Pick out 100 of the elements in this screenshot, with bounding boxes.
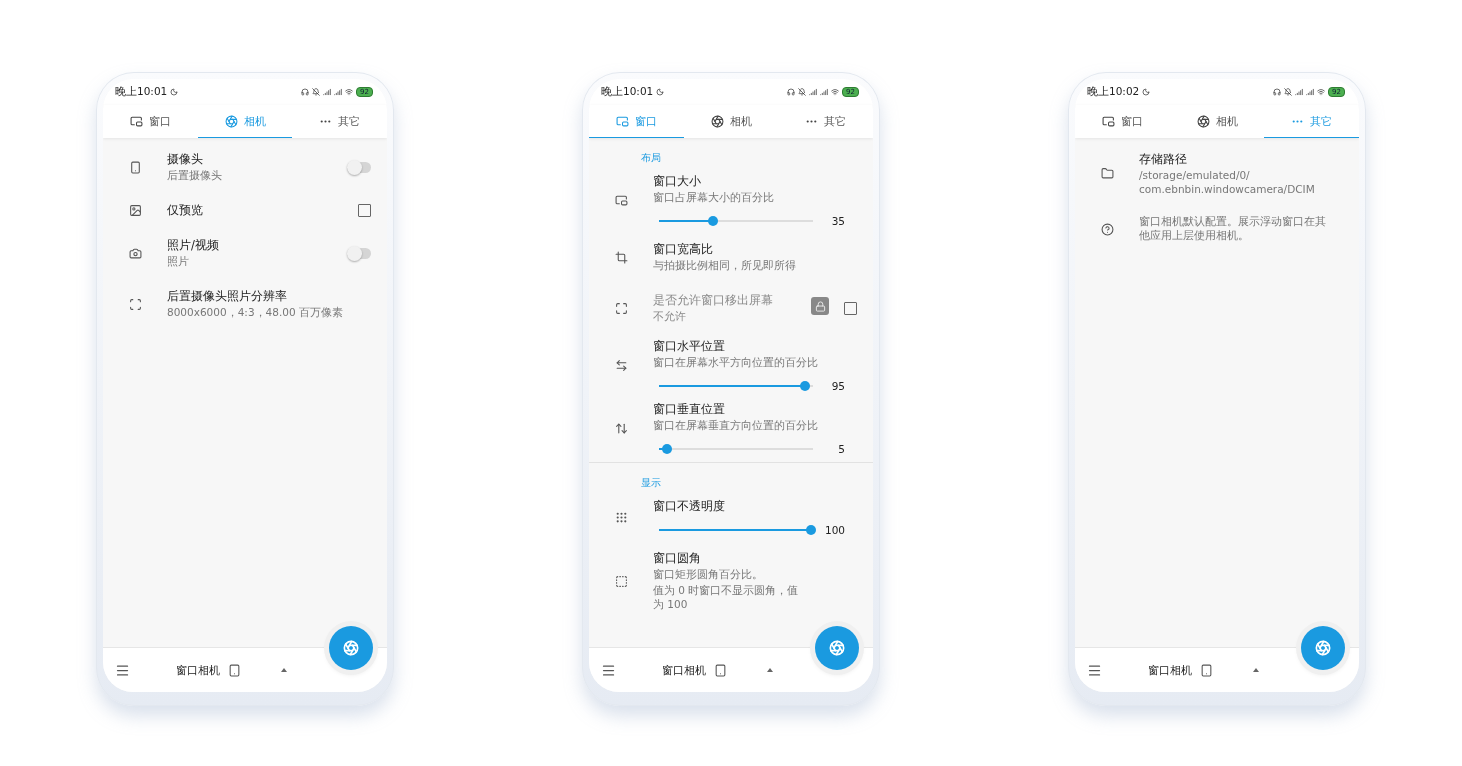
moon-icon bbox=[656, 88, 665, 96]
up-down-arrows-icon bbox=[614, 422, 628, 435]
toggle-switch[interactable] bbox=[347, 162, 371, 173]
setting-description: 窗口在屏幕垂直方向位置的百分比 bbox=[653, 419, 818, 433]
camera-icon bbox=[128, 247, 142, 260]
folder-icon bbox=[1100, 167, 1114, 180]
tab-label: 相机 bbox=[243, 113, 266, 129]
wifi-icon bbox=[1317, 88, 1326, 96]
setting-title: 摄像头 bbox=[167, 152, 203, 167]
tab[interactable]: 窗口 bbox=[103, 105, 198, 138]
status-time: 晚上10:02 bbox=[1087, 85, 1140, 99]
caret-up-icon[interactable] bbox=[767, 668, 773, 672]
setting-title: 窗口水平位置 bbox=[653, 339, 725, 354]
setting-description: 窗口矩形圆角百分比。 bbox=[653, 568, 763, 582]
setting-description: 值为 0 时窗口不显示圆角，值为 100 bbox=[653, 584, 800, 612]
setting-title: 窗口大小 bbox=[653, 174, 701, 189]
setting-title: 窗口垂直位置 bbox=[653, 402, 725, 417]
slider-thumb[interactable] bbox=[707, 216, 718, 226]
headphones-icon bbox=[301, 88, 310, 96]
slider-value: 35 bbox=[830, 215, 845, 227]
tab-label: 窗口 bbox=[634, 113, 657, 129]
signal-icon bbox=[323, 88, 332, 96]
help-icon bbox=[1100, 222, 1114, 236]
aperture-icon bbox=[829, 640, 845, 656]
tab-label: 相机 bbox=[1215, 113, 1238, 129]
tab-label: 相机 bbox=[729, 113, 752, 129]
slider-value: 5 bbox=[837, 443, 845, 455]
setting-title: 后置摄像头照片分辨率 bbox=[167, 289, 287, 304]
toggle-switch[interactable] bbox=[347, 248, 371, 259]
menu-icon[interactable] bbox=[601, 662, 616, 678]
setting-description: 后置摄像头 bbox=[167, 169, 222, 183]
setting-description: 窗口在屏幕水平方向位置的百分比 bbox=[653, 356, 818, 370]
image-icon bbox=[128, 204, 142, 217]
dot-grid-icon bbox=[614, 511, 628, 524]
app-title: 窗口相机 bbox=[1148, 662, 1192, 678]
signal-icon bbox=[334, 88, 343, 96]
fullscreen-icon bbox=[614, 302, 628, 315]
tab-label: 其它 bbox=[824, 113, 847, 129]
wifi-icon bbox=[345, 88, 354, 96]
moon-icon bbox=[1142, 88, 1151, 96]
aperture-icon bbox=[343, 640, 359, 656]
frame-corners-icon bbox=[128, 298, 142, 311]
setting-description: /storage/emulated/0/ bbox=[1139, 169, 1250, 181]
left-right-arrows-icon bbox=[614, 359, 628, 372]
dashed-square-icon bbox=[614, 575, 628, 588]
tab[interactable]: 其它 bbox=[778, 105, 873, 138]
tab-label: 其它 bbox=[338, 113, 361, 129]
phone-icon bbox=[128, 161, 142, 174]
setting-description: 照片 bbox=[167, 255, 189, 269]
phone-icon bbox=[714, 663, 727, 677]
bell-off-icon bbox=[798, 88, 807, 96]
window-icon bbox=[614, 194, 628, 207]
setting-description: 8000x6000，4:3，48.00 百万像素 bbox=[167, 306, 343, 320]
bell-off-icon bbox=[1284, 88, 1293, 96]
aperture-icon bbox=[224, 114, 238, 128]
app-title: 窗口相机 bbox=[662, 662, 706, 678]
checkbox[interactable] bbox=[358, 204, 371, 217]
signal-icon bbox=[820, 88, 829, 96]
setting-description: com.ebnbin.windowcamera/DCIM bbox=[1139, 183, 1316, 195]
setting-title: 窗口宽高比 bbox=[653, 242, 713, 257]
setting-description: 不允许 bbox=[653, 310, 686, 324]
caret-up-icon[interactable] bbox=[1253, 668, 1259, 672]
setting-title: 仅预览 bbox=[167, 203, 203, 218]
headphones-icon bbox=[787, 88, 796, 96]
phone-icon bbox=[1200, 663, 1213, 677]
window-icon bbox=[1101, 114, 1115, 128]
aperture-icon bbox=[710, 114, 724, 128]
aperture-icon bbox=[1196, 114, 1210, 128]
setting-title: 存储路径 bbox=[1139, 152, 1187, 167]
status-time: 晚上10:01 bbox=[601, 85, 654, 99]
headphones-icon bbox=[1273, 88, 1282, 96]
slider-value: 100 bbox=[824, 524, 845, 536]
menu-icon[interactable] bbox=[115, 662, 130, 678]
setting-title: 是否允许窗口移出屏幕 bbox=[653, 293, 773, 308]
status-time: 晚上10:01 bbox=[115, 85, 168, 99]
tab-label: 窗口 bbox=[1120, 113, 1143, 129]
signal-icon bbox=[1295, 88, 1304, 96]
tab[interactable]: 相机 bbox=[1169, 105, 1265, 138]
tab[interactable]: 相机 bbox=[683, 105, 779, 138]
signal-icon bbox=[809, 88, 818, 96]
menu-icon[interactable] bbox=[1087, 662, 1102, 678]
slider-thumb[interactable] bbox=[805, 525, 816, 535]
setting-description: 窗口相机默认配置。展示浮动窗口在其他应用上层使用相机。 bbox=[1139, 215, 1327, 243]
section-header: 显示 bbox=[640, 476, 662, 490]
tab-label: 窗口 bbox=[148, 113, 171, 129]
window-icon bbox=[615, 114, 629, 128]
tab[interactable]: 窗口 bbox=[1075, 105, 1170, 138]
caret-up-icon[interactable] bbox=[281, 668, 287, 672]
slider-thumb[interactable] bbox=[800, 381, 811, 391]
aperture-icon bbox=[1315, 640, 1331, 656]
moon-icon bbox=[170, 88, 179, 96]
app-title: 窗口相机 bbox=[176, 662, 220, 678]
section-header: 布局 bbox=[640, 151, 662, 165]
slider-thumb[interactable] bbox=[661, 444, 672, 454]
bell-off-icon bbox=[312, 88, 321, 96]
setting-title: 照片/视频 bbox=[167, 238, 219, 253]
signal-icon bbox=[1306, 88, 1315, 96]
tab-label: 其它 bbox=[1310, 113, 1333, 129]
setting-description: 窗口占屏幕大小的百分比 bbox=[653, 191, 774, 205]
tab[interactable]: 其它 bbox=[292, 105, 387, 138]
